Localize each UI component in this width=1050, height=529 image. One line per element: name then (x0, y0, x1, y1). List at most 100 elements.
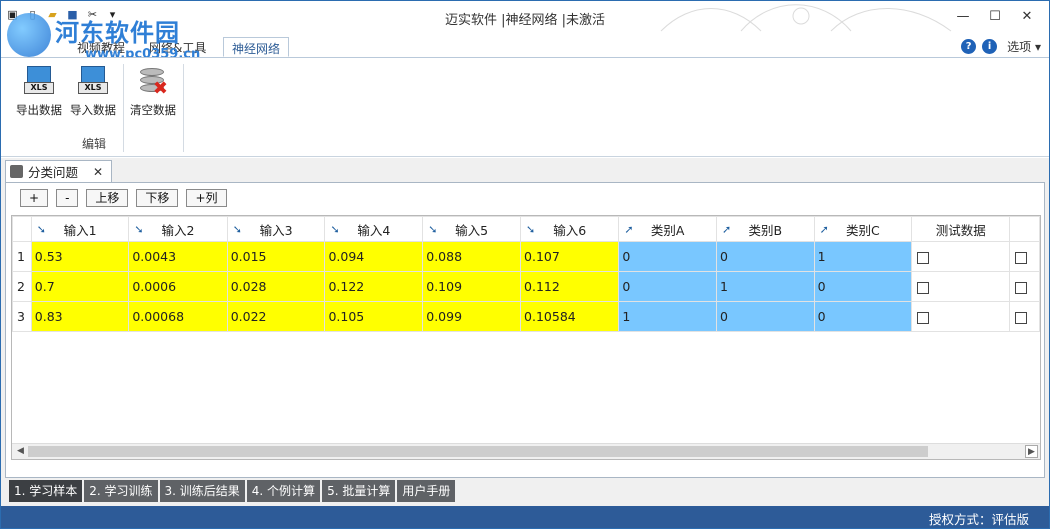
options-label: 选项 (1007, 40, 1032, 54)
tab-training-results[interactable]: 3. 训练后结果 (159, 480, 245, 502)
table-row: 1 0.53 0.0043 0.015 0.094 0.088 0.107 0 … (12, 241, 1040, 272)
scroll-left-icon[interactable]: ◀ (14, 445, 27, 458)
output-cell[interactable]: 0 (715, 301, 815, 332)
column-header[interactable]: 测试数据 (911, 216, 1011, 242)
add-row-button[interactable]: + (20, 189, 49, 207)
minimize-button[interactable]: — (947, 5, 979, 27)
input-cell[interactable]: 0.107 (520, 241, 620, 272)
extra-checkbox[interactable] (1015, 251, 1028, 264)
move-down-button[interactable]: 下移 (136, 189, 179, 207)
input-cell[interactable]: 0.028 (226, 271, 326, 302)
license-status: 授权方式：评估版 (928, 512, 1029, 527)
info-icon[interactable]: i (982, 39, 998, 54)
scroll-right-icon[interactable]: ▶ (1025, 445, 1038, 458)
extra-checkbox[interactable] (1015, 311, 1028, 324)
input-cell[interactable]: 0.112 (520, 271, 620, 302)
extra-cell (1009, 301, 1040, 332)
ribbon-help-area: ? i 选项 ▾ (961, 38, 1041, 55)
test-data-cell (911, 241, 1011, 272)
input-cell[interactable]: 0.022 (226, 301, 326, 332)
xls-import-icon: XLS (78, 66, 108, 98)
tab-user-manual[interactable]: 用户手册 (397, 480, 456, 502)
input-cell[interactable]: 0.53 (30, 241, 130, 272)
move-up-button[interactable]: 上移 (86, 189, 129, 207)
tab-neural-network[interactable]: 神经网络 (223, 37, 290, 57)
tab-single-calculation[interactable]: 4. 个例计算 (246, 480, 321, 502)
output-cell[interactable]: 0 (618, 271, 717, 302)
test-data-cell (911, 271, 1011, 302)
document-tab[interactable]: 分类问题 ✕ (5, 160, 112, 182)
column-header[interactable]: ➘ 输入3 (226, 216, 326, 242)
remove-row-button[interactable]: - (56, 189, 79, 207)
close-button[interactable]: ✕ (1011, 5, 1043, 27)
input-cell[interactable]: 0.7 (30, 271, 130, 302)
export-data-button[interactable]: XLS 导出数据 (13, 66, 65, 118)
data-table: ➘ 输入1 ➘ 输入2 ➘ 输入3 ➘ 输入4 ➘ 输入5 ➘ 输入6 ➚ 类别A ➚ 类别B … (12, 216, 1040, 332)
output-cell[interactable]: 1 (813, 241, 913, 272)
output-column-icon: ➚ (624, 223, 634, 236)
column-header[interactable]: ➘ 输入6 (520, 216, 620, 242)
input-cell[interactable]: 0.83 (30, 301, 130, 332)
extra-checkbox[interactable] (1015, 281, 1028, 294)
tab-batch-calculation[interactable]: 5. 批量计算 (322, 480, 396, 502)
input-cell[interactable]: 0.105 (324, 301, 424, 332)
clear-data-button[interactable]: ✖ 清空数据 (127, 66, 179, 118)
input-cell[interactable]: 0.10584 (520, 301, 620, 332)
input-cell[interactable]: 0.099 (422, 301, 522, 332)
test-data-checkbox[interactable] (917, 311, 930, 324)
input-cell[interactable]: 0.109 (422, 271, 522, 302)
column-header[interactable]: ➘ 输入4 (324, 216, 424, 242)
ribbon-tab-bar: 视频教程 网络&工具 神经网络 ? i 选项 ▾ (1, 35, 1049, 57)
output-column-icon: ➚ (721, 223, 732, 236)
document-area: 分类问题 ✕ + - 上移 下移 +列 ➘ 输入1 ➘ 输入2 ➘ 输入3 ➘ … (1, 158, 1049, 508)
input-column-icon: ➘ (134, 223, 144, 236)
test-data-cell (911, 301, 1011, 332)
extra-cell (1009, 271, 1040, 302)
row-number: 2 (12, 271, 32, 302)
tab-video-tutorial[interactable]: 视频教程 (69, 37, 133, 57)
input-cell[interactable]: 0.0006 (128, 271, 228, 302)
output-cell[interactable]: 1 (715, 271, 815, 302)
status-bar: 授权方式：评估版 (1, 506, 1049, 528)
tab-network-tools[interactable]: 网络&工具 (141, 37, 214, 57)
input-cell[interactable]: 0.00068 (128, 301, 228, 332)
document-tab-label: 分类问题 (28, 165, 79, 180)
test-data-checkbox[interactable] (917, 281, 930, 294)
input-column-icon: ➘ (232, 223, 242, 236)
output-cell[interactable]: 0 (715, 241, 815, 272)
output-cell[interactable]: 0 (813, 301, 913, 332)
input-column-icon: ➘ (428, 223, 438, 236)
column-header[interactable]: ➚ 类别B (715, 216, 815, 242)
help-icon[interactable]: ? (961, 39, 977, 54)
column-header[interactable]: ➚ 类别A (618, 216, 717, 242)
title-bar: ▣ ▯ ▰ ■ ✂ ▾ 迈实软件 |神经网络 |未激活 — ☐ ✕ (1, 1, 1049, 35)
close-tab-icon[interactable]: ✕ (93, 165, 103, 179)
input-cell[interactable]: 0.0043 (128, 241, 228, 272)
input-cell[interactable]: 0.094 (324, 241, 424, 272)
add-column-button[interactable]: +列 (186, 189, 227, 207)
column-header[interactable]: ➘ 输入1 (30, 216, 130, 242)
table-row: 2 0.7 0.0006 0.028 0.122 0.109 0.112 0 1… (12, 271, 1040, 302)
options-menu[interactable]: 选项 ▾ (1007, 38, 1041, 55)
input-cell[interactable]: 0.088 (422, 241, 522, 272)
output-cell[interactable]: 1 (618, 301, 717, 332)
output-cell[interactable]: 0 (618, 241, 717, 272)
scroll-thumb[interactable] (28, 446, 928, 457)
extra-column-header (1009, 216, 1040, 242)
input-column-icon: ➘ (330, 223, 340, 236)
row-number: 1 (12, 241, 32, 272)
input-cell[interactable]: 0.015 (226, 241, 326, 272)
tab-learning-samples[interactable]: 1. 学习样本 (9, 480, 83, 502)
maximize-button[interactable]: ☐ (979, 5, 1011, 27)
window-controls: — ☐ ✕ (947, 5, 1043, 27)
app-window: ▣ ▯ ▰ ■ ✂ ▾ 迈实软件 |神经网络 |未激活 — ☐ ✕ 视频教程 网… (0, 0, 1050, 529)
column-header[interactable]: ➚ 类别C (813, 216, 913, 242)
import-data-button[interactable]: XLS 导入数据 (67, 66, 119, 118)
column-header[interactable]: ➘ 输入5 (422, 216, 522, 242)
input-cell[interactable]: 0.122 (324, 271, 424, 302)
output-cell[interactable]: 0 (813, 271, 913, 302)
horizontal-scrollbar[interactable]: ◀ ▶ (12, 443, 1040, 459)
column-header[interactable]: ➘ 输入2 (128, 216, 228, 242)
test-data-checkbox[interactable] (917, 251, 930, 264)
tab-learning-training[interactable]: 2. 学习训练 (84, 480, 158, 502)
